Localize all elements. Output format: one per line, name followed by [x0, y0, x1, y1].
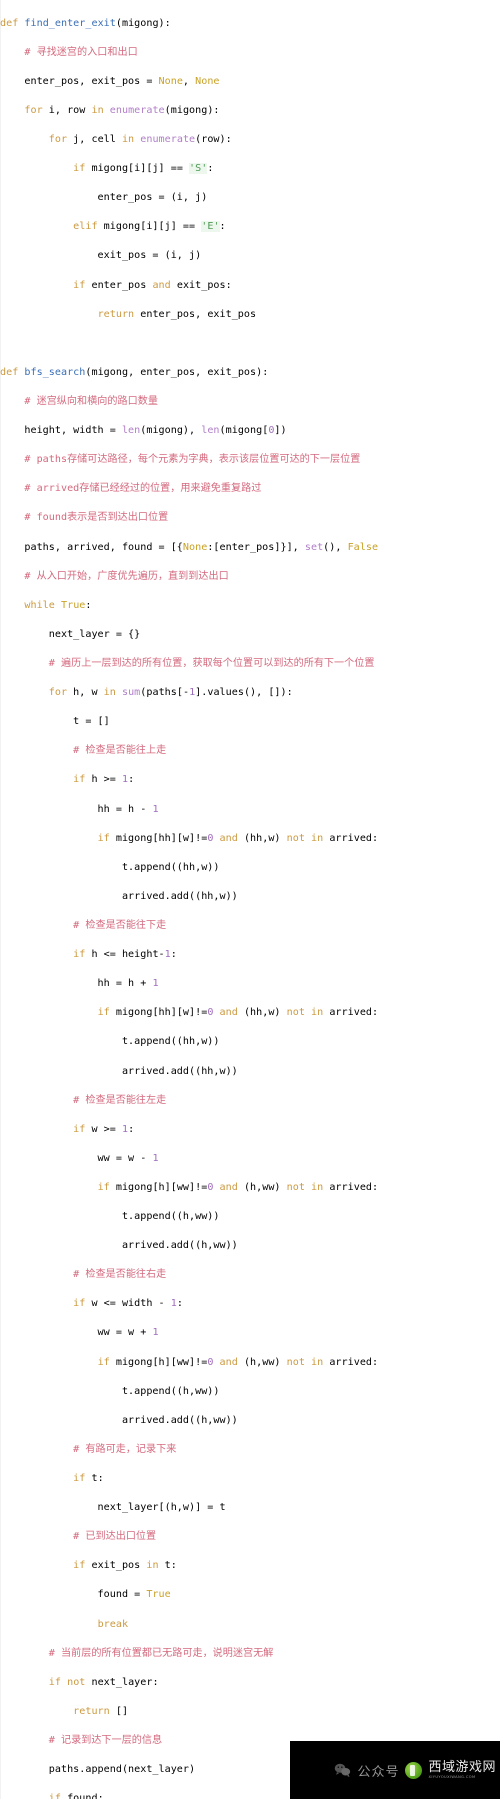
code-line: if h <= height-1: [73, 949, 177, 961]
code-line: if migong[h][ww]!=0 and (h,ww) not in ar… [97, 1181, 379, 1193]
code-line: # 寻找迷宫的入口和出口 [24, 46, 138, 58]
code-line: if w >= 1: [73, 1123, 135, 1135]
code-line: def bfs_search(migong, enter_pos, exit_p… [0, 366, 269, 378]
wechat-icon [335, 1763, 351, 1777]
code-line: arrived.add((hh,w)) [0, 890, 238, 902]
code-line: return enter_pos, exit_pos [97, 308, 257, 320]
code-line: if migong[hh][w]!=0 and (hh,w) not in ar… [97, 832, 379, 844]
code-line: # 检查是否能往右走 [73, 1269, 167, 1281]
code-line: if enter_pos and exit_pos: [73, 279, 232, 291]
code-line: # 有路可走，记录下来 [73, 1443, 177, 1455]
code-line: t.append((hh,w)) [0, 861, 220, 873]
code-screenshot: def find_enter_exit(migong): # 寻找迷宫的入口和出… [0, 0, 500, 1799]
code-line: # 已到达出口位置 [73, 1531, 157, 1543]
code-line: if migong[i][j] == 'S': [73, 163, 214, 175]
watermark-account-label: 公众号 [357, 1764, 400, 1780]
code-line: # arrived存储已经经过的位置，用来避免重复路过 [24, 483, 262, 495]
code-line: elif migong[i][j] == 'E': [73, 221, 226, 233]
code-line: # 迷宫纵向和横向的路口数量 [24, 395, 158, 407]
code-line: t.append((h,ww)) [0, 1211, 220, 1223]
code-line: return [] [73, 1705, 129, 1717]
code-line: # 当前层的所有位置都已无路可走，说明迷宫无解 [48, 1647, 274, 1659]
code-line: if migong[hh][w]!=0 and (hh,w) not in ar… [97, 1007, 379, 1019]
code-line: # 从入口开始，广度优先遍历，直到到达出口 [24, 570, 229, 582]
code-line: if t: [73, 1473, 104, 1485]
code-line: paths, arrived, found = [{None:[enter_po… [0, 541, 379, 553]
code-line: ww = w - 1 [0, 1152, 159, 1164]
watermark-content: 公众号 西域游戏网 XIYUYOUXIWANG.COM [334, 1757, 496, 1783]
code-line: if not next_layer: [48, 1676, 159, 1688]
code-line: break [97, 1618, 129, 1630]
watermark-brand-domain: XIYUYOUXIWANG.COM [428, 1774, 476, 1779]
code-line: enter_pos, exit_pos = None, None [0, 75, 220, 87]
code-line: next_layer[(h,w)] = t [0, 1502, 226, 1514]
site-logo-icon [405, 1761, 423, 1779]
code-line: if migong[h][ww]!=0 and (h,ww) not in ar… [97, 1356, 379, 1368]
watermark-brand: 西域游戏网 XIYUYOUXIWANG.COM [428, 1761, 496, 1780]
code-line: next_layer = {} [0, 628, 141, 640]
code-line: # found表示是否到达出口位置 [24, 512, 169, 524]
code-line: ww = w + 1 [0, 1327, 159, 1339]
code-line: t.append((hh,w)) [0, 1036, 220, 1048]
code-line: if w <= width - 1: [73, 1298, 183, 1310]
code-line: arrived.add((h,ww)) [0, 1414, 238, 1426]
watermark-bar: 公众号 西域游戏网 XIYUYOUXIWANG.COM [290, 1741, 500, 1799]
code-line: for j, cell in enumerate(row): [48, 134, 232, 145]
code-line: # paths存储可达路径，每个元素为字典，表示该层位置可达的下一层位置 [24, 454, 361, 466]
code-line: if h >= 1: [73, 774, 135, 786]
code-line: while True: [24, 599, 92, 611]
code-line: found = True [0, 1589, 171, 1601]
code-line: # 遍历上一层到达的所有位置，获取每个位置可以到达的所有下一个位置 [48, 657, 375, 669]
code-line: arrived.add((h,ww)) [0, 1240, 238, 1252]
code-line: hh = h + 1 [0, 978, 159, 990]
code-line: def find_enter_exit(migong): [0, 17, 171, 29]
code-line: # 检查是否能往左走 [73, 1094, 167, 1106]
code-line: height, width = len(migong), len(migong[… [0, 425, 287, 437]
python-code-listing[interactable]: def find_enter_exit(migong): # 寻找迷宫的入口和出… [0, 2, 500, 1799]
code-line: enter_pos = (i, j) [0, 192, 208, 204]
code-line: for h, w in sum(paths[-1].values(), []): [48, 687, 293, 699]
code-line: t = [] [0, 716, 110, 728]
code-line: # 检查是否能往下走 [73, 919, 167, 931]
code-line: for i, row in enumerate(migong): [24, 104, 220, 116]
code-line: if exit_pos in t: [73, 1560, 177, 1572]
code-line: arrived.add((hh,w)) [0, 1065, 238, 1077]
code-line: exit_pos = (i, j) [0, 250, 202, 262]
watermark-brand-name: 西域游戏网 [428, 1759, 496, 1775]
code-line: # 检查是否能往上走 [73, 745, 167, 757]
code-line: hh = h - 1 [0, 803, 159, 815]
code-line: t.append((h,ww)) [0, 1385, 220, 1397]
